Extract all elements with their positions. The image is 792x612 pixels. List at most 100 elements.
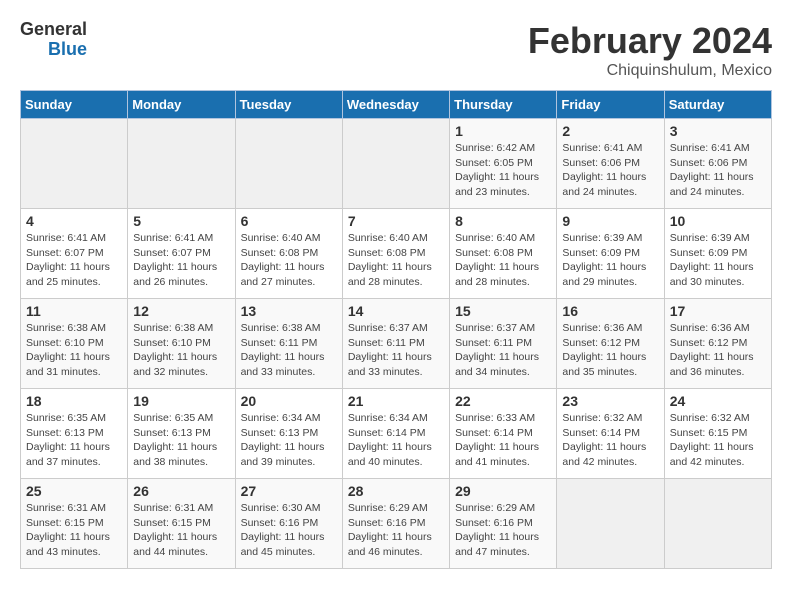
- calendar-cell: 1Sunrise: 6:42 AMSunset: 6:05 PMDaylight…: [450, 119, 557, 209]
- day-number: 23: [562, 393, 658, 409]
- logo-general: General: [20, 20, 87, 40]
- day-info: Sunrise: 6:33 AMSunset: 6:14 PMDaylight:…: [455, 411, 551, 470]
- day-number: 4: [26, 213, 122, 229]
- day-number: 3: [670, 123, 766, 139]
- title-area: February 2024 Chiquinshulum, Mexico: [528, 20, 772, 80]
- calendar-cell: 12Sunrise: 6:38 AMSunset: 6:10 PMDayligh…: [128, 299, 235, 389]
- day-info: Sunrise: 6:31 AMSunset: 6:15 PMDaylight:…: [26, 501, 122, 560]
- weekday-header-tuesday: Tuesday: [235, 91, 342, 119]
- day-info: Sunrise: 6:42 AMSunset: 6:05 PMDaylight:…: [455, 141, 551, 200]
- location-title: Chiquinshulum, Mexico: [528, 62, 772, 80]
- calendar-cell: 19 Sunrise: 6:35 AMSunset: 6:13 PMDayligh…: [128, 389, 235, 479]
- day-number: 5: [133, 213, 229, 229]
- day-info: Sunrise: 6:34 AMSunset: 6:14 PMDaylight:…: [348, 411, 444, 470]
- weekday-header-row: SundayMondayTuesdayWednesdayThursdayFrid…: [21, 91, 772, 119]
- calendar-cell: 9 Sunrise: 6:39 AMSunset: 6:09 PMDaylight…: [557, 209, 664, 299]
- calendar-cell: 27 Sunrise: 6:30 AMSunset: 6:16 PMDayligh…: [235, 479, 342, 569]
- logo-blue: Blue: [48, 40, 87, 60]
- calendar-cell: 28 Sunrise: 6:29 AMSunset: 6:16 PMDayligh…: [342, 479, 449, 569]
- day-number: 13: [241, 303, 337, 319]
- calendar-cell: 3 Sunrise: 6:41 AMSunset: 6:06 PMDaylight…: [664, 119, 771, 209]
- day-number: 2: [562, 123, 658, 139]
- day-info: Sunrise: 6:41 AMSunset: 6:06 PMDaylight:…: [562, 141, 658, 200]
- day-info: Sunrise: 6:29 AMSunset: 6:16 PMDaylight:…: [348, 501, 444, 560]
- day-number: 6: [241, 213, 337, 229]
- day-info: Sunrise: 6:32 AMSunset: 6:14 PMDaylight:…: [562, 411, 658, 470]
- day-info: Sunrise: 6:41 AMSunset: 6:07 PMDaylight:…: [26, 231, 122, 290]
- day-number: 7: [348, 213, 444, 229]
- week-row-2: 4 Sunrise: 6:41 AMSunset: 6:07 PMDaylight…: [21, 209, 772, 299]
- day-number: 24: [670, 393, 766, 409]
- day-number: 26: [133, 483, 229, 499]
- day-info: Sunrise: 6:35 AMSunset: 6:13 PMDaylight:…: [26, 411, 122, 470]
- day-number: 20: [241, 393, 337, 409]
- calendar-cell: 8 Sunrise: 6:40 AMSunset: 6:08 PMDaylight…: [450, 209, 557, 299]
- day-info: Sunrise: 6:37 AMSunset: 6:11 PMDaylight:…: [455, 321, 551, 380]
- calendar-cell: 26Sunrise: 6:31 AMSunset: 6:15 PMDayligh…: [128, 479, 235, 569]
- day-number: 17: [670, 303, 766, 319]
- day-info: Sunrise: 6:29 AMSunset: 6:16 PMDaylight:…: [455, 501, 551, 560]
- calendar-cell: [21, 119, 128, 209]
- day-number: 11: [26, 303, 122, 319]
- calendar-cell: 21 Sunrise: 6:34 AMSunset: 6:14 PMDayligh…: [342, 389, 449, 479]
- calendar-cell: [342, 119, 449, 209]
- day-info: Sunrise: 6:36 AMSunset: 6:12 PMDaylight:…: [670, 321, 766, 380]
- day-info: Sunrise: 6:38 AMSunset: 6:11 PMDaylight:…: [241, 321, 337, 380]
- calendar-table: SundayMondayTuesdayWednesdayThursdayFrid…: [20, 90, 772, 569]
- logo: General Blue: [20, 20, 91, 60]
- day-number: 28: [348, 483, 444, 499]
- calendar-cell: 10 Sunrise: 6:39 AMSunset: 6:09 PMDayligh…: [664, 209, 771, 299]
- day-info: Sunrise: 6:41 AMSunset: 6:07 PMDaylight:…: [133, 231, 229, 290]
- week-row-4: 18 Sunrise: 6:35 AMSunset: 6:13 PMDayligh…: [21, 389, 772, 479]
- day-number: 9: [562, 213, 658, 229]
- calendar-cell: 15Sunrise: 6:37 AMSunset: 6:11 PMDayligh…: [450, 299, 557, 389]
- day-info: Sunrise: 6:30 AMSunset: 6:16 PMDaylight:…: [241, 501, 337, 560]
- calendar-cell: [235, 119, 342, 209]
- calendar-cell: 14 Sunrise: 6:37 AMSunset: 6:11 PMDayligh…: [342, 299, 449, 389]
- day-number: 16: [562, 303, 658, 319]
- day-info: Sunrise: 6:34 AMSunset: 6:13 PMDaylight:…: [241, 411, 337, 470]
- day-info: Sunrise: 6:39 AMSunset: 6:09 PMDaylight:…: [562, 231, 658, 290]
- day-number: 8: [455, 213, 551, 229]
- calendar-cell: [557, 479, 664, 569]
- day-number: 19: [133, 393, 229, 409]
- day-info: Sunrise: 6:40 AMSunset: 6:08 PMDaylight:…: [455, 231, 551, 290]
- calendar-cell: [128, 119, 235, 209]
- calendar-cell: 16Sunrise: 6:36 AMSunset: 6:12 PMDayligh…: [557, 299, 664, 389]
- calendar-cell: 7Sunrise: 6:40 AMSunset: 6:08 PMDaylight…: [342, 209, 449, 299]
- day-info: Sunrise: 6:35 AMSunset: 6:13 PMDaylight:…: [133, 411, 229, 470]
- calendar-cell: [664, 479, 771, 569]
- header: General Blue February 2024 Chiquinshulum…: [20, 20, 772, 80]
- day-number: 21: [348, 393, 444, 409]
- month-title: February 2024: [528, 20, 772, 62]
- calendar-cell: 29Sunrise: 6:29 AMSunset: 6:16 PMDayligh…: [450, 479, 557, 569]
- day-number: 27: [241, 483, 337, 499]
- day-number: 12: [133, 303, 229, 319]
- weekday-header-thursday: Thursday: [450, 91, 557, 119]
- weekday-header-monday: Monday: [128, 91, 235, 119]
- weekday-header-friday: Friday: [557, 91, 664, 119]
- day-number: 10: [670, 213, 766, 229]
- calendar-cell: 24 Sunrise: 6:32 AMSunset: 6:15 PMDayligh…: [664, 389, 771, 479]
- calendar-cell: 4 Sunrise: 6:41 AMSunset: 6:07 PMDaylight…: [21, 209, 128, 299]
- week-row-5: 25 Sunrise: 6:31 AMSunset: 6:15 PMDayligh…: [21, 479, 772, 569]
- calendar-cell: 5 Sunrise: 6:41 AMSunset: 6:07 PMDaylight…: [128, 209, 235, 299]
- week-row-3: 11Sunrise: 6:38 AMSunset: 6:10 PMDayligh…: [21, 299, 772, 389]
- day-info: Sunrise: 6:41 AMSunset: 6:06 PMDaylight:…: [670, 141, 766, 200]
- weekday-header-saturday: Saturday: [664, 91, 771, 119]
- day-info: Sunrise: 6:39 AMSunset: 6:09 PMDaylight:…: [670, 231, 766, 290]
- day-info: Sunrise: 6:32 AMSunset: 6:15 PMDaylight:…: [670, 411, 766, 470]
- calendar-cell: 17 Sunrise: 6:36 AMSunset: 6:12 PMDayligh…: [664, 299, 771, 389]
- calendar-cell: 20 Sunrise: 6:34 AMSunset: 6:13 PMDayligh…: [235, 389, 342, 479]
- calendar-cell: 6Sunrise: 6:40 AMSunset: 6:08 PMDaylight…: [235, 209, 342, 299]
- calendar-cell: 13 Sunrise: 6:38 AMSunset: 6:11 PMDayligh…: [235, 299, 342, 389]
- calendar-cell: 11Sunrise: 6:38 AMSunset: 6:10 PMDayligh…: [21, 299, 128, 389]
- day-number: 14: [348, 303, 444, 319]
- day-number: 18: [26, 393, 122, 409]
- weekday-header-sunday: Sunday: [21, 91, 128, 119]
- day-number: 25: [26, 483, 122, 499]
- week-row-1: 1Sunrise: 6:42 AMSunset: 6:05 PMDaylight…: [21, 119, 772, 209]
- day-info: Sunrise: 6:37 AMSunset: 6:11 PMDaylight:…: [348, 321, 444, 380]
- calendar-cell: 2 Sunrise: 6:41 AMSunset: 6:06 PMDaylight…: [557, 119, 664, 209]
- calendar-cell: 22Sunrise: 6:33 AMSunset: 6:14 PMDayligh…: [450, 389, 557, 479]
